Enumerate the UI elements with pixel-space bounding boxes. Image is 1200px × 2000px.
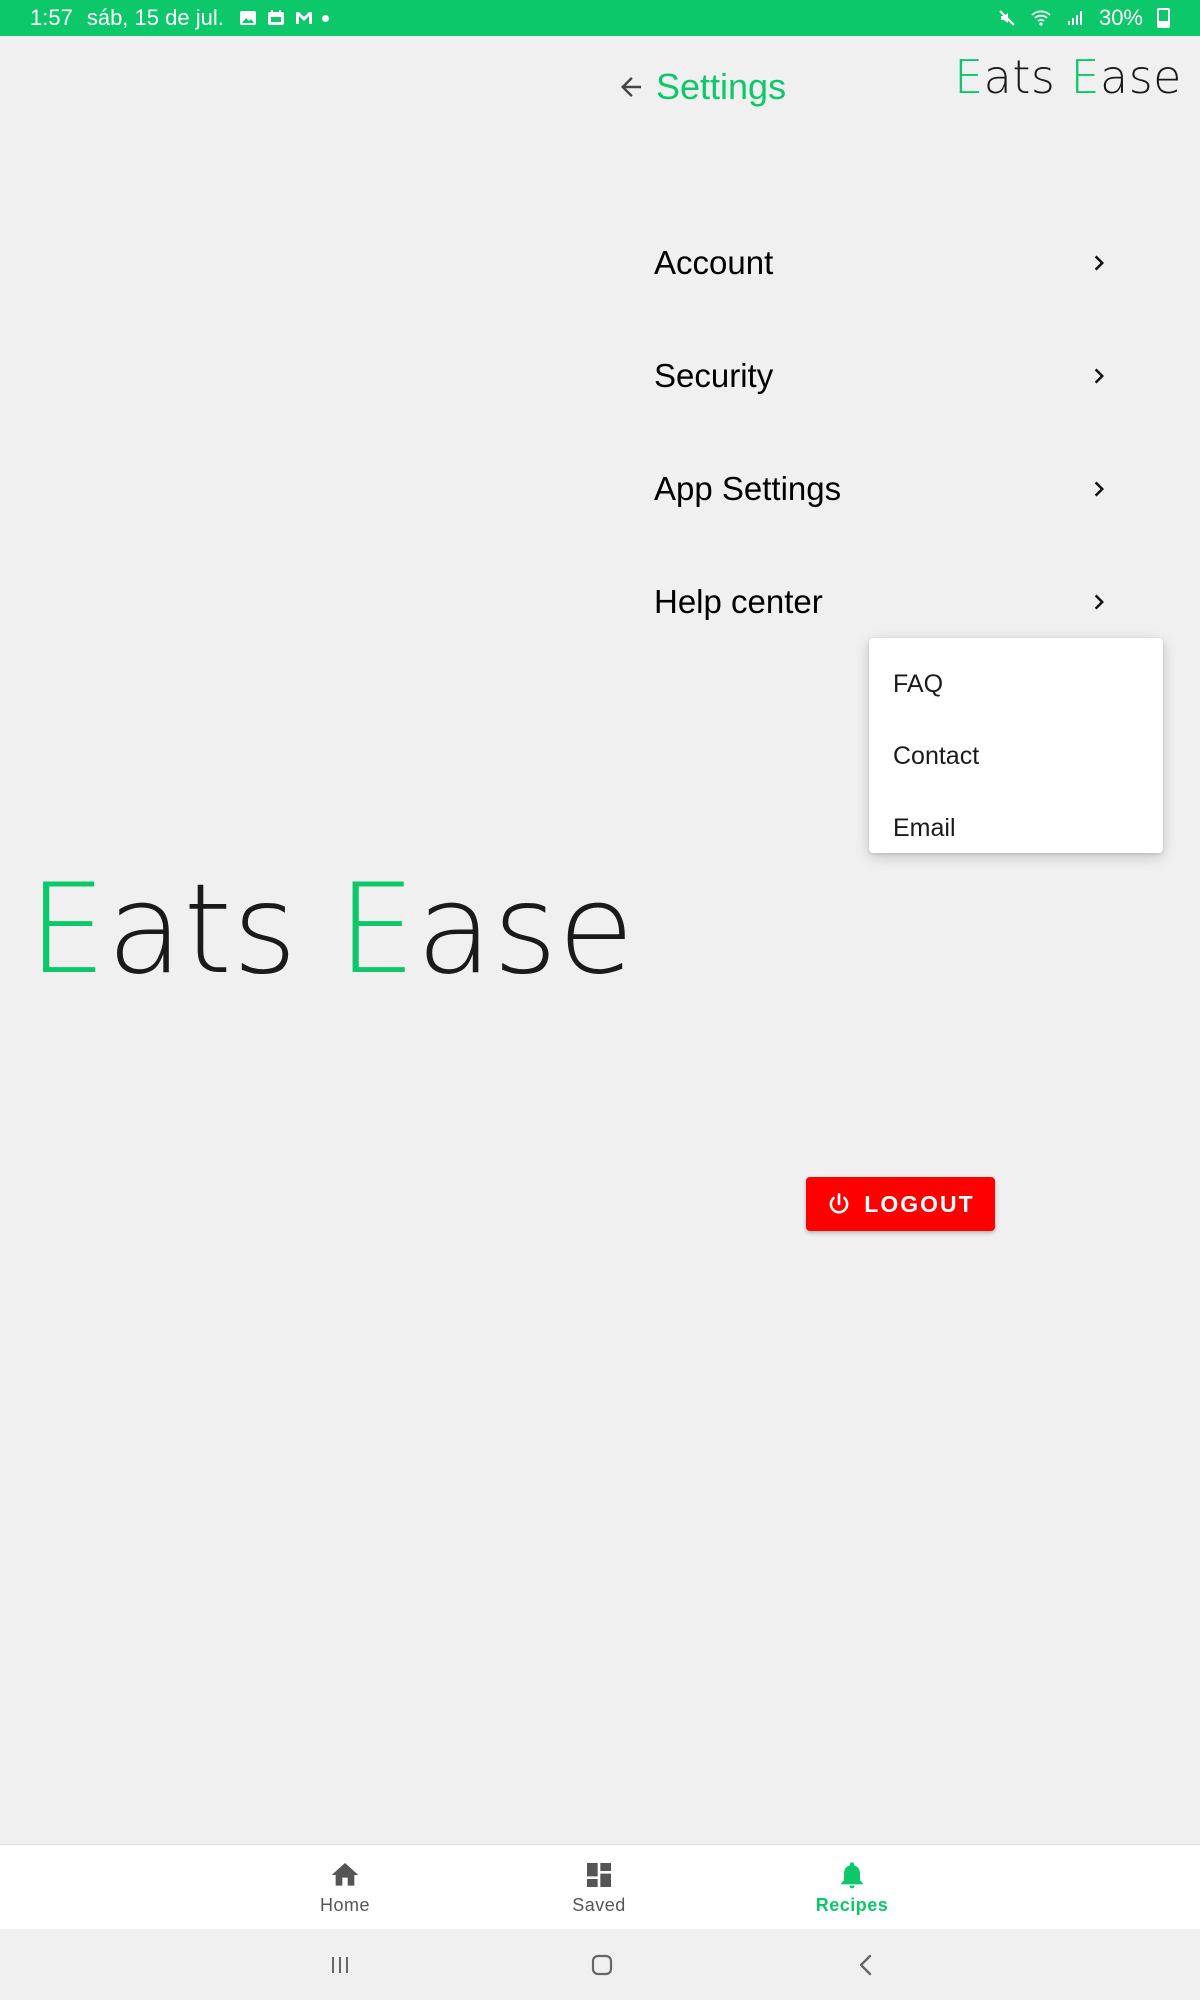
- nav-label: Saved: [572, 1895, 626, 1915]
- recents-icon: [325, 1950, 355, 1980]
- nav-item-saved[interactable]: Saved: [529, 1845, 669, 1930]
- system-nav-bar: [0, 1929, 1200, 2000]
- brand-letter: E: [28, 858, 107, 1002]
- status-right: 30%: [997, 5, 1170, 31]
- signal-icon: [1065, 8, 1085, 28]
- brand-text: ats: [106, 858, 338, 1002]
- logout-button[interactable]: LOGOUT: [806, 1177, 995, 1231]
- settings-item-label: App Settings: [654, 469, 842, 507]
- chevron-right-icon: [1084, 474, 1114, 504]
- notification-icons: [238, 8, 329, 28]
- back-system-button[interactable]: [846, 1947, 886, 1983]
- dropdown-item-contact[interactable]: Contact: [869, 720, 1163, 792]
- brand-text: ase: [1100, 50, 1182, 104]
- logout-label: LOGOUT: [864, 1190, 975, 1217]
- wifi-icon: [1031, 8, 1051, 28]
- battery-icon: [1157, 8, 1170, 28]
- settings-item-security[interactable]: Security: [654, 319, 1114, 432]
- brand-logo-large: Eats Ease: [28, 868, 635, 992]
- gmail-icon: [294, 8, 314, 28]
- arrow-left-icon: [616, 72, 646, 102]
- battery-percent: 30%: [1098, 5, 1143, 30]
- page-title: Settings: [656, 66, 787, 107]
- dot-icon: [321, 14, 329, 22]
- power-icon: [826, 1191, 852, 1217]
- nav-label: Recipes: [815, 1895, 889, 1915]
- home-icon: [329, 1859, 361, 1891]
- nav-item-recipes[interactable]: Recipes: [782, 1845, 922, 1930]
- home-system-button[interactable]: [582, 1947, 622, 1983]
- back-button[interactable]: Settings: [616, 62, 786, 112]
- settings-item-label: Security: [654, 356, 774, 394]
- mute-icon: [997, 8, 1017, 28]
- gallery-icon: [238, 8, 258, 28]
- calendar-icon: [266, 8, 286, 28]
- brand-text: ats: [983, 50, 1071, 104]
- chevron-right-icon: [1084, 587, 1114, 617]
- status-time: 1:57: [30, 5, 73, 30]
- chevron-right-icon: [1084, 248, 1114, 278]
- bottom-nav: Home Saved Recipes: [0, 1844, 1200, 1929]
- dashboard-icon: [583, 1859, 615, 1891]
- brand-letter: E: [954, 50, 984, 104]
- status-date: sáb, 15 de jul.: [86, 5, 224, 30]
- settings-item-label: Account: [654, 243, 774, 281]
- home-circle-icon: [587, 1950, 617, 1980]
- help-center-dropdown: FAQ Contact Email: [869, 638, 1163, 853]
- chevron-right-icon: [1084, 361, 1114, 391]
- back-chevron-icon: [851, 1950, 881, 1980]
- brand-letter: E: [1070, 50, 1101, 104]
- settings-item-account[interactable]: Account: [654, 206, 1114, 319]
- dropdown-item-email[interactable]: Email: [869, 792, 1163, 864]
- nav-label: Home: [319, 1895, 370, 1915]
- status-left: 1:57 sáb, 15 de jul.: [30, 5, 329, 31]
- dropdown-item-faq[interactable]: FAQ: [869, 648, 1163, 720]
- bell-icon: [836, 1859, 868, 1891]
- brand-letter: E: [337, 858, 417, 1002]
- brand-text: ase: [416, 858, 635, 1002]
- settings-list: Account Security App Settings Help cente…: [654, 206, 1114, 658]
- recents-button[interactable]: [320, 1947, 360, 1983]
- brand-logo-small: Eats Ease: [954, 50, 1182, 104]
- status-bar: 1:57 sáb, 15 de jul. 30%: [0, 0, 1200, 36]
- settings-item-app-settings[interactable]: App Settings: [654, 432, 1114, 545]
- settings-item-label: Help center: [654, 582, 823, 620]
- nav-item-home[interactable]: Home: [275, 1845, 415, 1930]
